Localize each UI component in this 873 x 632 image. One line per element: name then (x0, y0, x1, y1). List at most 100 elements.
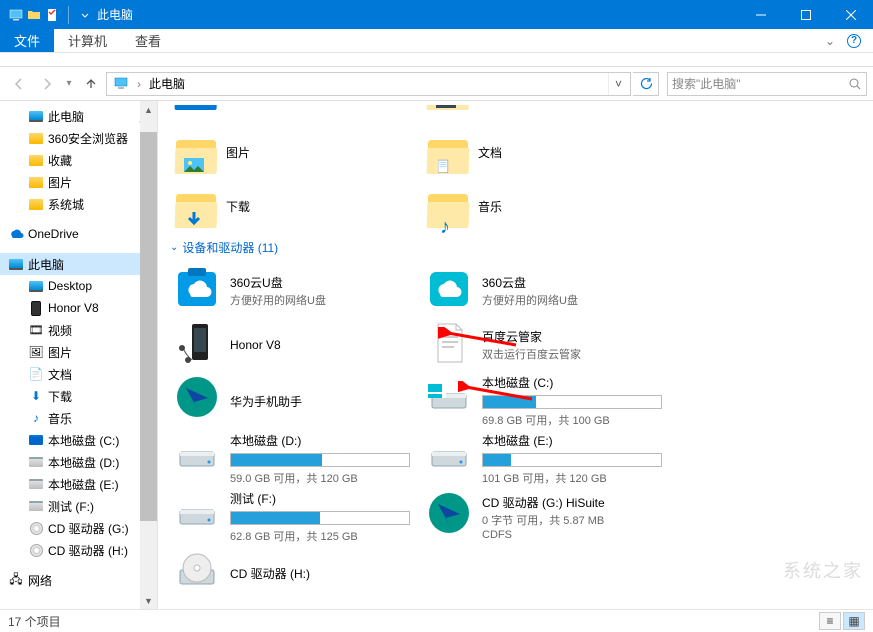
device-name: 360云U盘 (230, 274, 418, 291)
folder-open-icon[interactable] (26, 7, 42, 23)
address-bar[interactable]: › 此电脑 ˅ (106, 72, 631, 96)
folder-label: 文档 (478, 144, 502, 161)
expand-ribbon-icon[interactable]: ⌄ (825, 34, 835, 48)
folder-pictures[interactable]: 图片 (170, 125, 422, 179)
search-box[interactable]: 搜索"此电脑" (667, 72, 867, 96)
tab-file[interactable]: 文件 (0, 29, 54, 52)
nav-scrollbar[interactable]: ▲ ▼ (140, 101, 157, 609)
nav-drive-f[interactable]: 测试 (F:) (0, 495, 157, 517)
music-badge-icon: ♪ (440, 216, 460, 230)
close-button[interactable] (828, 0, 873, 29)
forward-button[interactable] (34, 72, 60, 96)
crumb-thispc[interactable]: 此电脑 (143, 73, 191, 95)
device-sub2: CDFS (482, 529, 670, 541)
nav-cd-g[interactable]: CD 驱动器 (G:) (0, 517, 157, 539)
device-name: CD 驱动器 (G:) HiSuite (482, 494, 670, 511)
device-sub: 69.8 GB 可用，共 100 GB (482, 412, 670, 428)
folder-music[interactable]: ♪ 音乐 (422, 179, 674, 233)
history-dropdown[interactable]: ▾ (62, 72, 76, 96)
nav-drive-d[interactable]: 本地磁盘 (D:) (0, 451, 157, 473)
folder-downloads[interactable]: 下载 (170, 179, 422, 233)
devices-section-header[interactable]: ⌄ 设备和驱动器 (11) (170, 239, 861, 256)
nav-cd-h[interactable]: CD 驱动器 (H:) (0, 539, 157, 561)
folder-item-cropped[interactable] (422, 105, 674, 115)
device-icon (174, 548, 220, 594)
scroll-down-icon[interactable]: ▼ (140, 592, 157, 609)
device-name: 本地磁盘 (C:) (482, 374, 670, 391)
nav-tree: 此电脑📌 360安全浏览器 收藏 图片 系统城 OneDrive 此电脑 Des… (0, 101, 157, 591)
tab-view[interactable]: 查看 (121, 29, 175, 52)
nav-item[interactable]: 收藏 (0, 149, 157, 171)
nav-drive-c[interactable]: 本地磁盘 (C:) (0, 429, 157, 451)
nav-item[interactable]: 图片 (0, 171, 157, 193)
status-item-count: 17 个项目 (8, 613, 61, 630)
device-icon (426, 490, 472, 536)
download-icon: ⬇ (28, 388, 44, 404)
address-history-button[interactable]: ˅ (608, 73, 628, 95)
music-icon: ♪ (28, 410, 44, 426)
device-item[interactable]: 华为手机助手 (170, 372, 422, 430)
device-name: 本地磁盘 (D:) (230, 432, 418, 449)
help-icon[interactable]: ? (847, 34, 861, 48)
nav-onedrive[interactable]: OneDrive (0, 223, 157, 245)
nav-item[interactable]: 360安全浏览器 (0, 127, 157, 149)
view-large-icons-button[interactable]: ▦ (843, 612, 865, 630)
minimize-button[interactable] (738, 0, 783, 29)
device-item[interactable]: CD 驱动器 (H:) (170, 546, 422, 600)
window-title: 此电脑 (97, 6, 133, 23)
nav-thispc[interactable]: 此电脑 (0, 253, 157, 275)
nav-drive-e[interactable]: 本地磁盘 (E:) (0, 473, 157, 495)
titlebar: 此电脑 (0, 0, 873, 29)
maximize-button[interactable] (783, 0, 828, 29)
nav-thispc-top[interactable]: 此电脑📌 (0, 105, 157, 127)
device-name: 测试 (F:) (230, 490, 418, 507)
document-badge-icon (438, 156, 452, 174)
window-buttons (738, 0, 873, 29)
device-name: Honor V8 (230, 338, 418, 352)
device-item[interactable]: 测试 (F:)62.8 GB 可用，共 125 GB (170, 488, 422, 546)
storage-bar (230, 511, 410, 525)
device-item[interactable]: Honor V8 (170, 318, 422, 372)
scroll-up-icon[interactable]: ▲ (140, 101, 157, 118)
device-icon (426, 266, 472, 312)
device-item[interactable]: 本地磁盘 (E:)101 GB 可用，共 120 GB (422, 430, 674, 488)
device-item[interactable]: 360云U盘方便好用的网络U盘 (170, 264, 422, 318)
crumb-sep-root[interactable]: › (135, 73, 143, 95)
up-button[interactable] (78, 72, 104, 96)
device-item[interactable]: 本地磁盘 (D:)59.0 GB 可用，共 120 GB (170, 430, 422, 488)
device-name: 本地磁盘 (E:) (482, 432, 670, 449)
device-item[interactable]: 360云盘方便好用的网络U盘 (422, 264, 674, 318)
device-name: 百度云管家 (482, 328, 670, 345)
folder-documents[interactable]: 文档 (422, 125, 674, 179)
nav-music[interactable]: ♪音乐 (0, 407, 157, 429)
nav-honor[interactable]: Honor V8 (0, 297, 157, 319)
scroll-thumb[interactable] (140, 132, 157, 521)
properties-icon[interactable] (44, 7, 60, 23)
nav-desktop[interactable]: Desktop (0, 275, 157, 297)
device-item[interactable]: CD 驱动器 (G:) HiSuite0 字节 可用，共 5.87 MBCDFS (422, 488, 674, 546)
device-item[interactable]: 百度云管家双击运行百度云管家 (422, 318, 674, 372)
device-item[interactable]: 本地磁盘 (C:) 69.8 GB 可用，共 100 GB (422, 372, 674, 430)
download-badge-icon (184, 210, 204, 230)
qat-dropdown-icon[interactable] (77, 7, 87, 23)
device-icon (426, 432, 472, 478)
devices-grid: 360云U盘方便好用的网络U盘360云盘方便好用的网络U盘 Honor V8 百度云… (170, 264, 861, 600)
device-icon (174, 320, 220, 366)
status-bar: 17 个项目 ≡ ▦ (0, 609, 873, 632)
ribbon-expand: ⌄ ? (813, 29, 873, 52)
back-button[interactable] (6, 72, 32, 96)
nav-pictures[interactable]: 🖼图片 (0, 341, 157, 363)
nav-downloads[interactable]: ⬇下载 (0, 385, 157, 407)
device-sub: 双击运行百度云管家 (482, 346, 670, 362)
nav-documents[interactable]: 📄文档 (0, 363, 157, 385)
refresh-button[interactable] (633, 72, 659, 96)
folder-item-cropped[interactable] (170, 105, 422, 115)
view-details-button[interactable]: ≡ (819, 612, 841, 630)
nav-videos[interactable]: 🎞视频 (0, 319, 157, 341)
device-icon (174, 374, 220, 420)
nav-network[interactable]: 🖧网络 (0, 569, 157, 591)
nav-item[interactable]: 系统城 (0, 193, 157, 215)
pc-icon (8, 7, 24, 23)
search-icon (848, 77, 862, 91)
tab-computer[interactable]: 计算机 (54, 29, 121, 52)
